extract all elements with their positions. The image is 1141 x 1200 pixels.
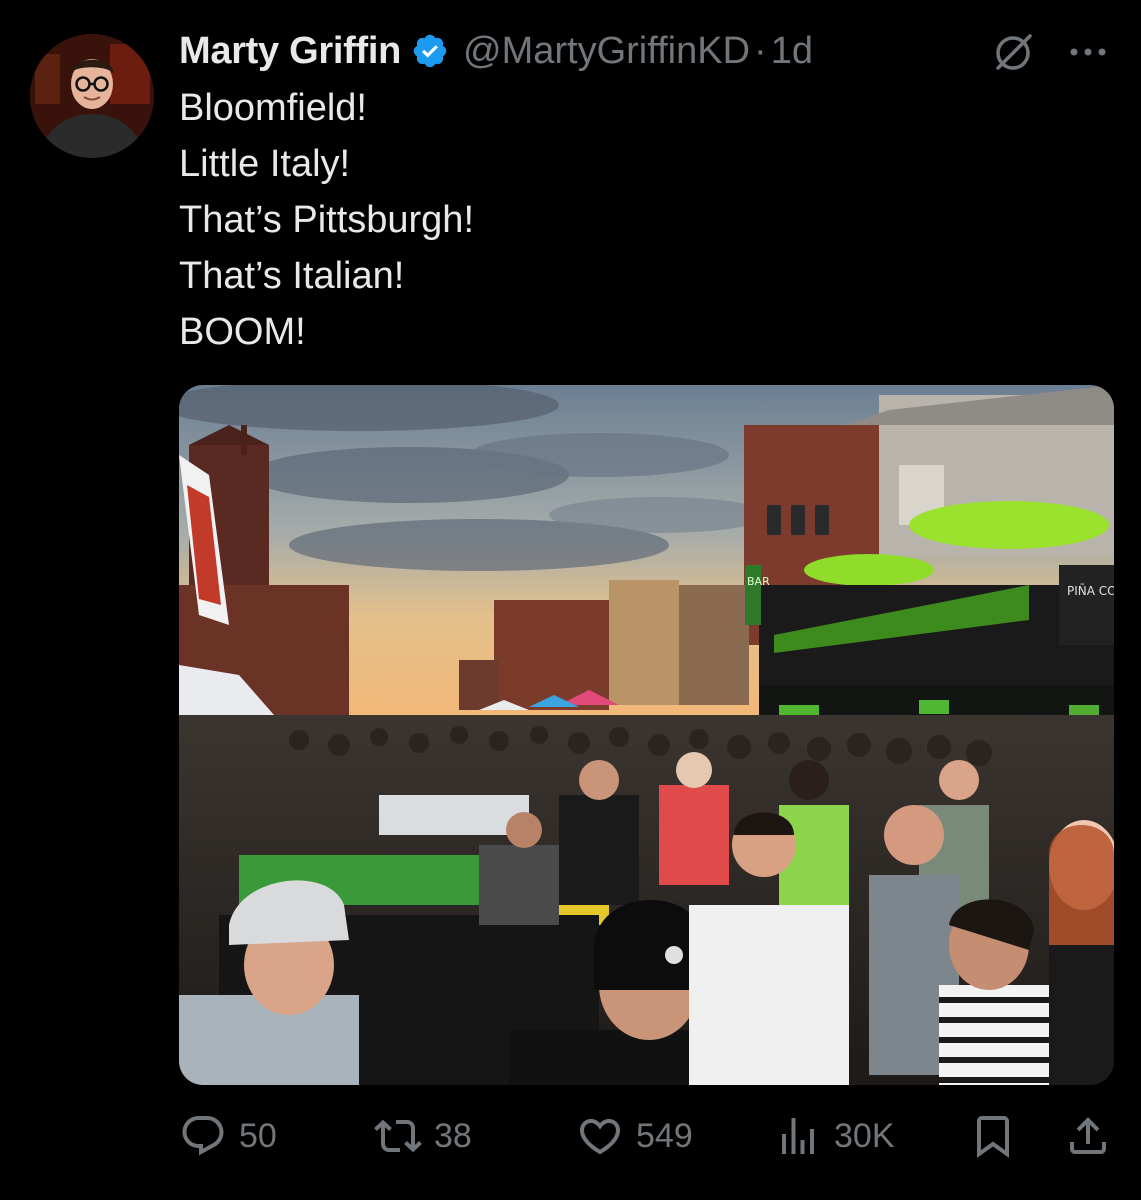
share-button[interactable]	[1064, 1106, 1112, 1166]
tweet-photo[interactable]: PIÑA COLADAS BAR	[179, 385, 1114, 1085]
header-separator: ·	[754, 29, 767, 72]
bookmark-icon	[977, 1116, 1009, 1158]
bar-sign: BAR	[747, 575, 770, 588]
tweet-header: Marty Griffin @MartyGriffinKD · 1d	[179, 26, 813, 76]
tweet-line: That’s Pittsburgh!	[179, 199, 475, 241]
retweet-button[interactable]: 38	[374, 1106, 472, 1166]
street-festival-photo: PIÑA COLADAS BAR	[179, 385, 1114, 1085]
grok-icon[interactable]	[992, 30, 1036, 74]
action-bar: 50 38 549 30K	[179, 1106, 1114, 1166]
user-handle[interactable]: @MartyGriffinKD	[463, 30, 750, 73]
like-button[interactable]: 549	[576, 1106, 693, 1166]
tweet: Marty Griffin @MartyGriffinKD · 1d Bloom…	[0, 0, 1141, 1200]
heart-icon	[579, 1119, 621, 1155]
tweet-line: Bloomfield!	[179, 87, 367, 129]
tweet-line: Little Italy!	[179, 143, 351, 185]
tweet-line: That’s Italian!	[179, 255, 405, 297]
more-icon[interactable]	[1064, 30, 1112, 74]
verified-badge-icon	[411, 32, 449, 70]
timestamp[interactable]: 1d	[771, 30, 813, 73]
display-name[interactable]: Marty Griffin	[179, 30, 401, 73]
bookmark-button[interactable]	[969, 1106, 1017, 1166]
views-button[interactable]: 30K	[774, 1106, 895, 1166]
views-icon	[782, 1118, 814, 1154]
like-count: 549	[636, 1116, 693, 1155]
pina-coladas-sign: PIÑA COLADAS	[1067, 583, 1114, 598]
reply-count: 50	[239, 1116, 277, 1155]
avatar[interactable]	[30, 34, 154, 158]
retweet-icon	[374, 1119, 422, 1153]
retweet-count: 38	[434, 1116, 472, 1155]
avatar-image	[30, 34, 154, 158]
reply-icon	[182, 1116, 224, 1156]
tweet-text: Bloomfield! Little Italy! That’s Pittsbu…	[179, 80, 474, 360]
views-count: 30K	[834, 1116, 895, 1155]
tweet-line: BOOM!	[179, 311, 306, 353]
share-icon	[1070, 1117, 1106, 1154]
reply-button[interactable]: 50	[179, 1106, 277, 1166]
